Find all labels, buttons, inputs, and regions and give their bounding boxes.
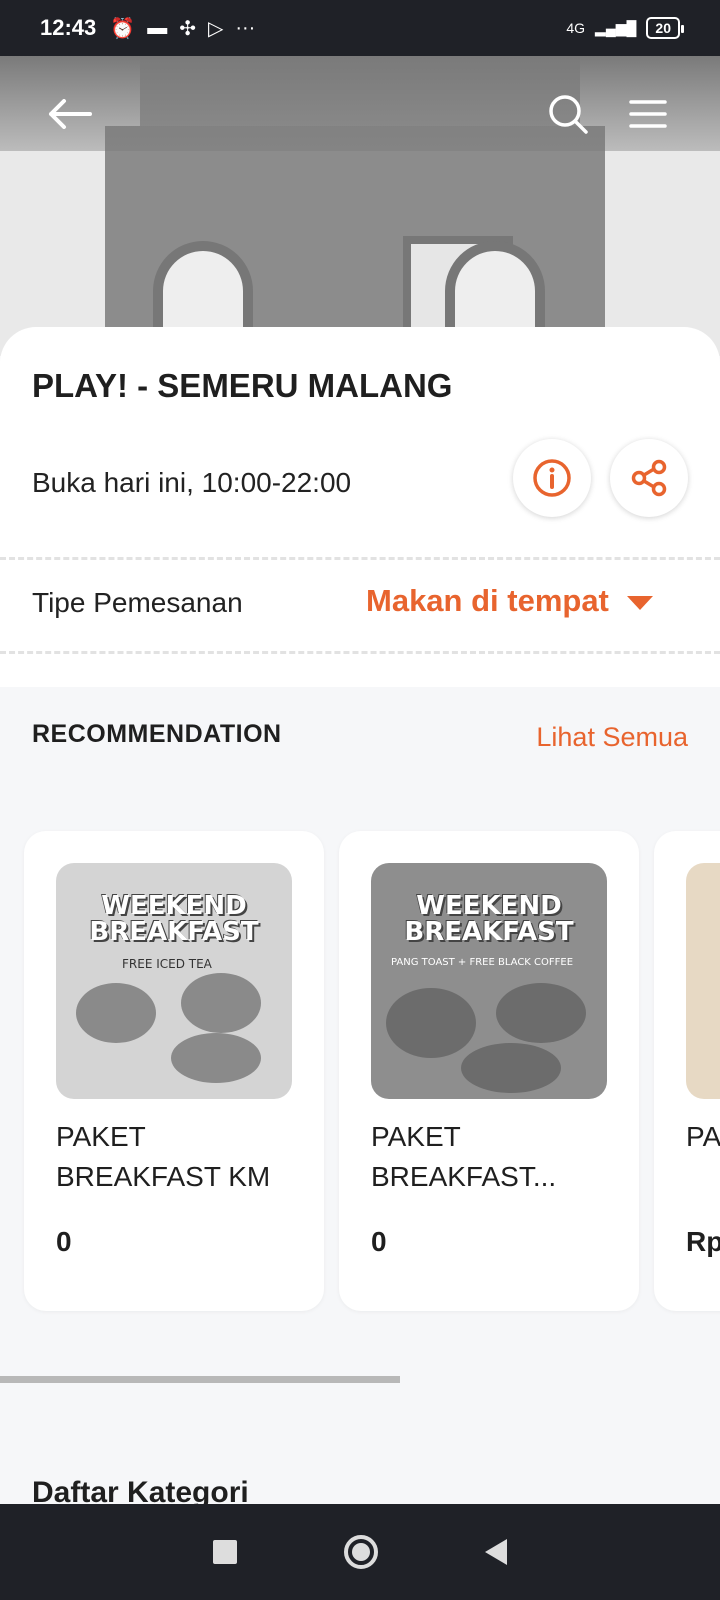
store-info-card: PLAY! - SEMERU MALANG Buka hari ini, 10:… xyxy=(0,327,720,687)
share-button[interactable] xyxy=(610,439,688,517)
hero-shade xyxy=(0,56,720,151)
more-icon: ··· xyxy=(235,16,256,39)
recommendation-title: RECOMMENDATION xyxy=(32,720,282,748)
product-price: 0 xyxy=(56,1226,72,1257)
message-icon: ▬ xyxy=(147,16,168,39)
store-title: PLAY! - SEMERU MALANG xyxy=(32,367,453,404)
notification-icons: ⏰ ▬ ✣ ▷ ··· xyxy=(110,16,255,41)
info-button[interactable] xyxy=(513,439,591,517)
order-type-label: Tipe Pemesanan xyxy=(32,587,243,618)
network-label: 4G xyxy=(566,20,586,36)
status-bar: 12:43 ⏰ ▬ ✣ ▷ ··· 4G ▂▄▆█ 20 xyxy=(0,0,720,56)
status-time: 12:43 xyxy=(40,15,97,40)
product-name: PA BU xyxy=(686,1121,720,1152)
divider-top xyxy=(0,557,720,560)
status-right: 4G ▂▄▆█ 20 xyxy=(566,17,684,39)
back-nav-button[interactable] xyxy=(484,1539,507,1565)
product-image xyxy=(686,863,720,1099)
opening-hours: Buka hari ini, 10:00-22:00 xyxy=(32,467,352,498)
product-name: PAKET BREAKFAST KM xyxy=(56,1121,271,1192)
screen: 12:43 ⏰ ▬ ✣ ▷ ··· 4G ▂▄▆█ 20 PLAY! - SEM… xyxy=(0,0,720,1600)
order-type-value: Makan di tempat xyxy=(366,583,609,618)
product-card[interactable]: WEEKEND BREAKFAST FREE ICED TEA PAKET BR… xyxy=(24,831,324,1311)
search-button[interactable] xyxy=(540,86,596,142)
store-hero-image xyxy=(0,56,720,356)
product-image: WEEKEND BREAKFAST PANG TOAST + FREE BLAC… xyxy=(371,863,607,1099)
product-card[interactable]: WEEKEND BREAKFAST PANG TOAST + FREE BLAC… xyxy=(339,831,639,1311)
play-icon: ▷ xyxy=(207,17,224,40)
food-plate xyxy=(386,988,476,1058)
product-image-caption: FREE ICED TEA xyxy=(122,957,212,971)
product-image: WEEKEND BREAKFAST FREE ICED TEA xyxy=(56,863,292,1099)
horizontal-scroll-indicator xyxy=(0,1376,400,1383)
product-name: PAKET BREAKFAST... xyxy=(371,1121,557,1192)
product-card[interactable]: PA BU Rp xyxy=(654,831,720,1311)
product-image-banner: WEEKEND BREAKFAST xyxy=(89,891,259,947)
food-plate xyxy=(496,983,586,1043)
product-image-caption: PANG TOAST + FREE BLACK COFFEE xyxy=(391,957,574,968)
product-price: 0 xyxy=(371,1226,387,1257)
hamburger-menu-icon xyxy=(629,100,667,128)
share-icon xyxy=(631,459,667,497)
home-button[interactable] xyxy=(343,1535,378,1569)
food-plate xyxy=(171,1033,261,1083)
food-plate xyxy=(76,983,156,1043)
system-nav-bar xyxy=(0,1504,720,1600)
food-plate xyxy=(181,973,261,1033)
product-price: Rp xyxy=(686,1226,720,1257)
order-type-dropdown[interactable]: Makan di tempat xyxy=(366,583,653,619)
battery-icon: 20 xyxy=(646,17,684,39)
back-button[interactable] xyxy=(42,86,98,142)
caret-down-icon xyxy=(626,596,653,610)
product-image-banner: WEEKEND BREAKFAST xyxy=(404,891,574,947)
info-icon xyxy=(533,459,571,497)
search-icon xyxy=(549,95,588,134)
divider-bottom xyxy=(0,651,720,654)
arrow-left-icon xyxy=(49,99,92,129)
food-plate xyxy=(461,1043,561,1093)
recent-apps-button[interactable] xyxy=(213,1540,238,1564)
signal-icon: ▂▄▆█ xyxy=(595,19,637,36)
building-illustration xyxy=(105,126,605,356)
see-all-link[interactable]: Lihat Semua xyxy=(536,722,688,753)
slack-icon: ✣ xyxy=(179,17,196,40)
menu-button[interactable] xyxy=(620,86,676,142)
alarm-icon: ⏰ xyxy=(110,17,136,40)
